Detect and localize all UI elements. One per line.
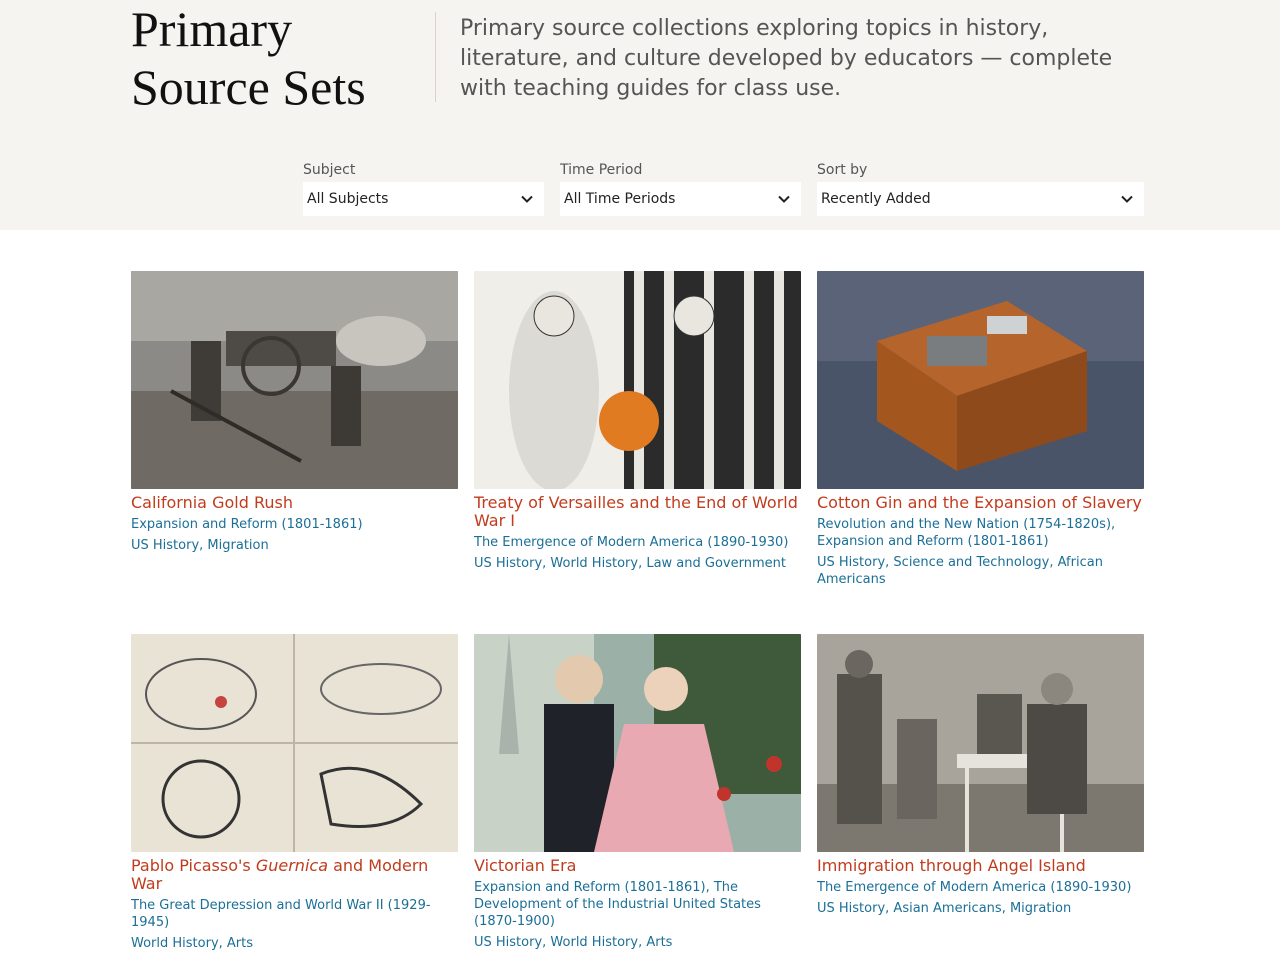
card-title-link[interactable]: California Gold Rush: [131, 494, 458, 512]
time-period-filter: Time Period All Time Periods: [560, 162, 801, 216]
page-title: Primary Source Sets: [131, 0, 366, 116]
sort-select[interactable]: Recently Added: [817, 182, 1144, 216]
card-title-emphasis: Guernica: [255, 856, 328, 875]
time-period-select[interactable]: All Time Periods: [560, 182, 801, 216]
subject-link[interactable]: World History: [550, 935, 638, 950]
source-set-card: Pablo Picasso's Guernica and Modern War …: [131, 634, 458, 952]
subject-link[interactable]: US History: [131, 538, 199, 553]
card-subjects: US History, Science and Technology, Afri…: [817, 554, 1144, 588]
card-subjects: US History, World History, Law and Gover…: [474, 555, 801, 572]
source-set-card: Treaty of Versailles and the End of Worl…: [474, 271, 801, 572]
gold-rush-image[interactable]: [131, 271, 458, 489]
time-period-link[interactable]: The Great Depression and World War II (1…: [131, 898, 431, 930]
subject-link[interactable]: US History: [817, 555, 885, 570]
time-period-link[interactable]: The Emergence of Modern America (1890-19…: [817, 880, 1131, 895]
subject-link[interactable]: US History: [474, 935, 542, 950]
subject-link[interactable]: Science and Technology: [893, 555, 1049, 570]
sort-filter: Sort by Recently Added: [817, 162, 1144, 216]
card-time-periods: The Great Depression and World War II (1…: [131, 897, 458, 931]
cotton-gin-image[interactable]: [817, 271, 1144, 489]
subject-link[interactable]: World History: [550, 556, 638, 571]
separator: ,: [1001, 901, 1010, 916]
source-set-card: Immigration through Angel Island The Eme…: [817, 634, 1144, 917]
card-subjects: US History, World History, Arts: [474, 934, 801, 951]
chevron-down-icon: [521, 195, 533, 203]
card-time-periods: Revolution and the New Nation (1754-1820…: [817, 516, 1144, 550]
card-time-periods: Expansion and Reform (1801-1861), The De…: [474, 879, 801, 930]
subject-link[interactable]: US History: [474, 556, 542, 571]
subject-select-value: All Subjects: [307, 191, 389, 207]
chevron-down-icon: [1121, 195, 1133, 203]
card-time-periods: Expansion and Reform (1801-1861): [131, 516, 458, 533]
separator: ,: [1049, 555, 1058, 570]
subject-link[interactable]: Law and Government: [646, 556, 786, 571]
subject-select[interactable]: All Subjects: [303, 182, 544, 216]
time-period-link[interactable]: Revolution and the New Nation (1754-1820…: [817, 517, 1111, 532]
subject-link[interactable]: Migration: [207, 538, 268, 553]
sort-filter-label: Sort by: [817, 162, 868, 178]
time-period-link[interactable]: The Emergence of Modern America (1890-19…: [474, 535, 788, 550]
page-title-line1: Primary: [131, 1, 293, 57]
source-set-card: Cotton Gin and the Expansion of Slavery …: [817, 271, 1144, 588]
page-title-line2: Source Sets: [131, 59, 366, 115]
card-title-link[interactable]: Pablo Picasso's Guernica and Modern War: [131, 857, 458, 893]
victorian-couple-image[interactable]: [474, 634, 801, 852]
treaty-cartoon-image[interactable]: [474, 271, 801, 489]
card-time-periods: The Emergence of Modern America (1890-19…: [474, 534, 801, 551]
subject-link[interactable]: Migration: [1010, 901, 1071, 916]
card-title-link[interactable]: Treaty of Versailles and the End of Worl…: [474, 494, 801, 530]
subject-link[interactable]: World History: [131, 936, 219, 951]
separator: ,: [705, 880, 714, 895]
card-subjects: US History, Asian Americans, Migration: [817, 900, 1144, 917]
page-intro: Primary source collections exploring top…: [460, 16, 1113, 101]
subject-link[interactable]: US History: [817, 901, 885, 916]
subject-filter: Subject All Subjects: [303, 162, 544, 216]
angel-island-image[interactable]: [817, 634, 1144, 852]
card-title-link[interactable]: Immigration through Angel Island: [817, 857, 1144, 875]
time-period-link[interactable]: Expansion and Reform (1801-1861): [131, 517, 363, 532]
separator: ,: [218, 936, 227, 951]
chevron-down-icon: [778, 195, 790, 203]
subject-link[interactable]: Asian Americans: [893, 901, 1001, 916]
card-subjects: World History, Arts: [131, 935, 458, 952]
separator: ,: [1111, 517, 1116, 532]
sort-select-value: Recently Added: [821, 191, 931, 207]
time-period-filter-label: Time Period: [560, 162, 643, 178]
card-title-link[interactable]: Cotton Gin and the Expansion of Slavery: [817, 494, 1144, 512]
card-subjects: US History, Migration: [131, 537, 458, 554]
page-header: Primary Source Sets Primary source colle…: [0, 0, 1280, 230]
card-title-link[interactable]: Victorian Era: [474, 857, 801, 875]
card-title-pre: Pablo Picasso's: [131, 856, 256, 875]
time-period-link[interactable]: Expansion and Reform (1801-1861): [474, 880, 706, 895]
subject-link[interactable]: Arts: [646, 935, 672, 950]
time-period-link[interactable]: Expansion and Reform (1801-1861): [817, 534, 1049, 549]
source-set-card: Victorian Era Expansion and Reform (1801…: [474, 634, 801, 951]
source-set-card: California Gold Rush Expansion and Refor…: [131, 271, 458, 554]
guernica-sketch-image[interactable]: [131, 634, 458, 852]
header-divider: [435, 12, 436, 102]
card-time-periods: The Emergence of Modern America (1890-19…: [817, 879, 1144, 896]
subject-filter-label: Subject: [303, 162, 356, 178]
subject-link[interactable]: Arts: [227, 936, 253, 951]
time-period-select-value: All Time Periods: [564, 191, 676, 207]
